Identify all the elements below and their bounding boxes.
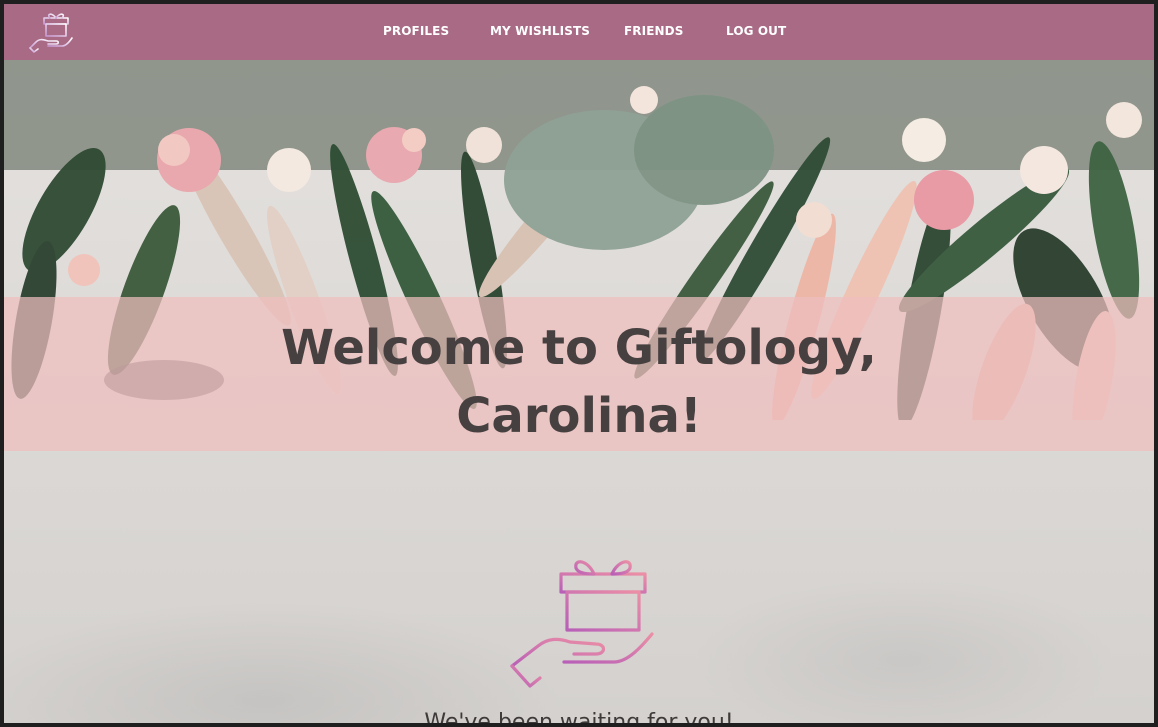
browser-viewport: PROFILES MY WISHLISTS FRIENDS LOG OUT We… (4, 4, 1154, 723)
nav-log-out-link[interactable]: LOG OUT (726, 24, 786, 38)
nav-friends-link[interactable]: FRIENDS (624, 24, 726, 38)
gift-in-hand-icon[interactable] (26, 8, 74, 56)
welcome-heading-line2: Carolina! (456, 388, 702, 444)
top-navbar: PROFILES MY WISHLISTS FRIENDS LOG OUT (4, 4, 1154, 60)
nav-my-wishlists-link[interactable]: MY WISHLISTS (490, 24, 624, 38)
welcome-tagline: We've been waiting for you! (424, 710, 734, 723)
welcome-heading: Welcome to Giftology, Carolina! (4, 314, 1154, 450)
nav-profiles-link[interactable]: PROFILES (383, 24, 490, 38)
gift-in-hand-icon (510, 560, 654, 688)
welcome-heading-line1: Welcome to Giftology, (281, 320, 877, 376)
